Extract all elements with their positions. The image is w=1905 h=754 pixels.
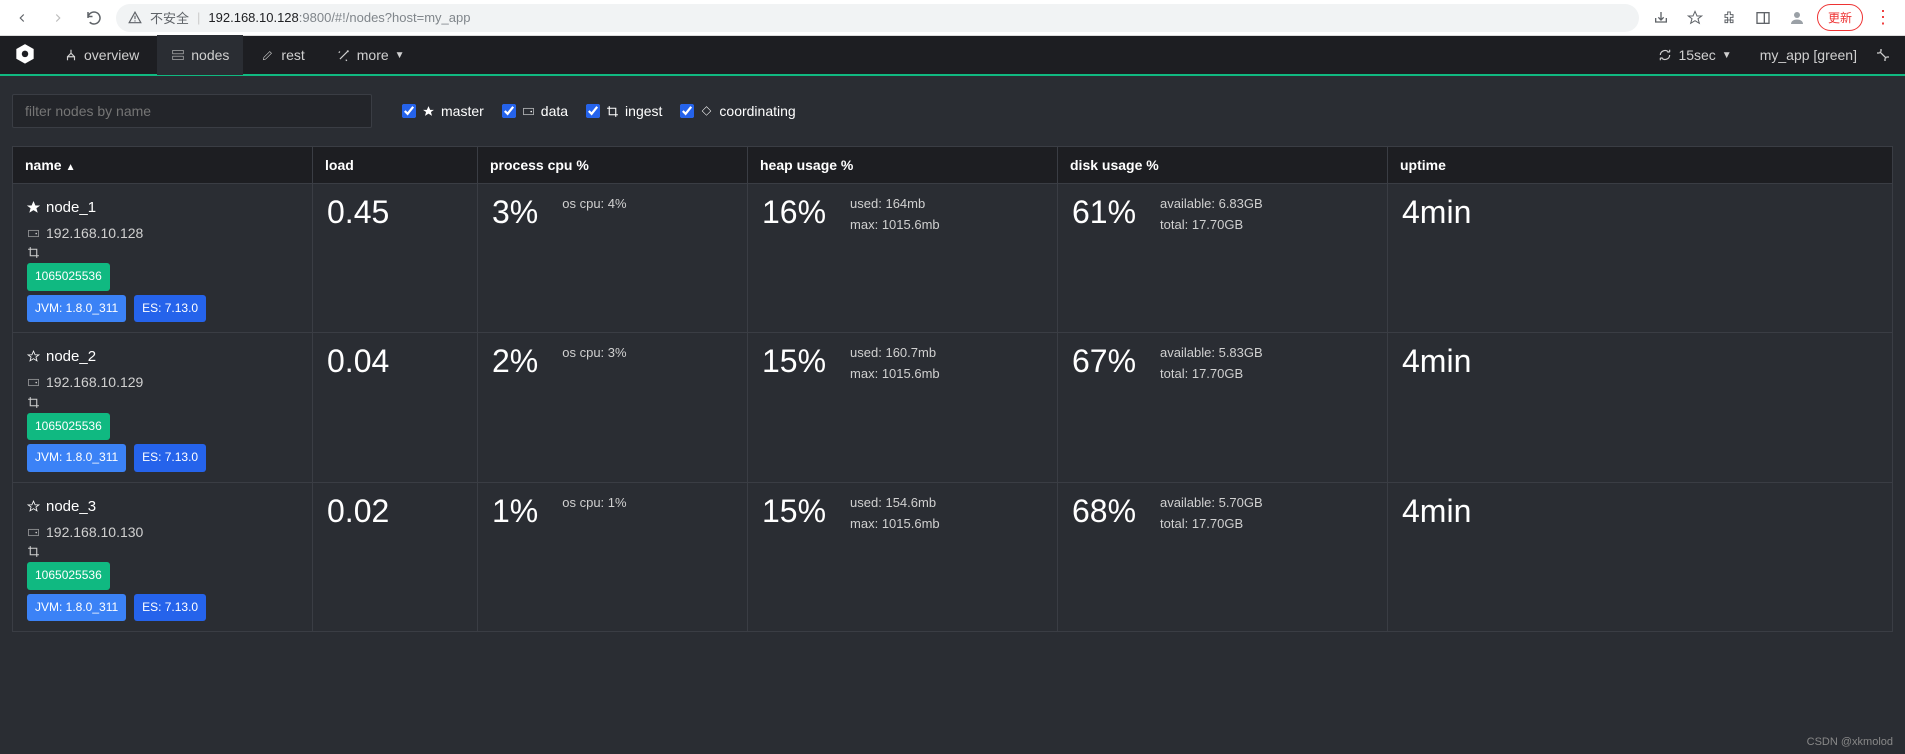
star-filled-icon [422, 105, 435, 118]
diamond-icon [700, 105, 713, 118]
caret-down-icon: ▼ [395, 50, 405, 61]
star-icon [27, 201, 40, 214]
caret-down-icon: ▼ [1722, 50, 1732, 61]
node-ip: 192.168.10.129 [27, 370, 298, 395]
warning-icon [128, 11, 142, 25]
star-icon [27, 500, 40, 513]
cell-name: node_3 192.168.10.130 1065025536 JVM: 1.… [13, 482, 313, 631]
check-data[interactable]: data [502, 103, 568, 119]
col-uptime[interactable]: uptime [1388, 147, 1893, 184]
cell-heap: 16% used: 164mbmax: 1015.6mb [748, 184, 1058, 333]
check-ingest[interactable]: ingest [586, 103, 662, 119]
extensions-icon[interactable] [1715, 4, 1743, 32]
refresh-icon [1658, 48, 1672, 62]
cell-heap: 15% used: 154.6mbmax: 1015.6mb [748, 482, 1058, 631]
filter-bar: master data ingest coordinating [0, 76, 1905, 146]
share-icon[interactable] [1647, 4, 1675, 32]
cell-name: node_2 192.168.10.129 1065025536 JVM: 1.… [13, 333, 313, 482]
back-button[interactable] [8, 4, 36, 32]
table-row: node_2 192.168.10.129 1065025536 JVM: 1.… [13, 333, 1893, 482]
node-ip: 192.168.10.130 [27, 520, 298, 545]
node-name[interactable]: node_2 [27, 343, 298, 370]
cell-uptime: 4min [1388, 482, 1893, 631]
magic-icon [337, 48, 351, 62]
nodes-table: name▲ load process cpu % heap usage % di… [12, 146, 1893, 632]
crop-icon [606, 105, 619, 118]
connect-icon[interactable] [1875, 47, 1893, 63]
node-id-badge: 1065025536 [27, 263, 110, 291]
nav-nodes[interactable]: nodes [157, 35, 243, 75]
cell-load: 0.02 [313, 482, 478, 631]
cell-name: node_1 192.168.10.128 1065025536 JVM: 1.… [13, 184, 313, 333]
check-master[interactable]: master [402, 103, 484, 119]
panel-icon[interactable] [1749, 4, 1777, 32]
watermark: CSDN @xkmolod [1807, 736, 1893, 748]
disk-icon [522, 105, 535, 118]
cell-uptime: 4min [1388, 184, 1893, 333]
cell-cpu: 3% os cpu: 4% [478, 184, 748, 333]
jvm-badge: JVM: 1.8.0_311 [27, 444, 126, 472]
node-id-badge: 1065025536 [27, 413, 110, 441]
app-logo-icon[interactable] [12, 42, 38, 68]
cell-disk: 67% available: 5.83GBtotal: 17.70GB [1058, 333, 1388, 482]
crop-icon [27, 246, 40, 259]
profile-icon[interactable] [1783, 4, 1811, 32]
update-button[interactable]: 更新 [1817, 4, 1863, 31]
menu-icon[interactable]: ⋮ [1869, 4, 1897, 32]
col-heap[interactable]: heap usage % [748, 147, 1058, 184]
filter-input[interactable] [12, 94, 372, 128]
node-id-badge: 1065025536 [27, 562, 110, 590]
disk-icon [27, 376, 40, 389]
col-name[interactable]: name▲ [13, 147, 313, 184]
disk-icon [27, 526, 40, 539]
col-load[interactable]: load [313, 147, 478, 184]
node-ip: 192.168.10.128 [27, 221, 298, 246]
star-icon [27, 350, 40, 363]
forward-button[interactable] [44, 4, 72, 32]
cell-load: 0.04 [313, 333, 478, 482]
table-row: node_1 192.168.10.128 1065025536 JVM: 1.… [13, 184, 1893, 333]
nav-more[interactable]: more ▼ [323, 35, 419, 75]
cell-disk: 68% available: 5.70GBtotal: 17.70GB [1058, 482, 1388, 631]
nav-rest[interactable]: rest [247, 35, 318, 75]
cell-uptime: 4min [1388, 333, 1893, 482]
browser-toolbar: 不安全 | 192.168.10.128:9800/#!/nodes?host=… [0, 0, 1905, 36]
node-ingest-icon [27, 396, 298, 409]
edit-icon [261, 48, 275, 62]
crop-icon [27, 396, 40, 409]
col-cpu[interactable]: process cpu % [478, 147, 748, 184]
cell-cpu: 2% os cpu: 3% [478, 333, 748, 482]
node-name[interactable]: node_3 [27, 493, 298, 520]
es-badge: ES: 7.13.0 [134, 444, 206, 472]
node-ingest-icon [27, 545, 298, 558]
node-name[interactable]: node_1 [27, 194, 298, 221]
top-nav: overview nodes rest more ▼ 15sec ▼ my_ap… [0, 36, 1905, 76]
cell-load: 0.45 [313, 184, 478, 333]
insecure-label: 不安全 [150, 8, 189, 27]
server-icon [171, 48, 185, 62]
jvm-badge: JVM: 1.8.0_311 [27, 295, 126, 323]
jvm-badge: JVM: 1.8.0_311 [27, 594, 126, 622]
node-ingest-icon [27, 246, 298, 259]
cell-cpu: 1% os cpu: 1% [478, 482, 748, 631]
disk-icon [27, 227, 40, 240]
cell-heap: 15% used: 160.7mbmax: 1015.6mb [748, 333, 1058, 482]
sort-asc-icon: ▲ [66, 162, 76, 173]
address-bar[interactable]: 不安全 | 192.168.10.128:9800/#!/nodes?host=… [116, 4, 1639, 32]
refresh-interval[interactable]: 15sec ▼ [1648, 47, 1741, 63]
col-disk[interactable]: disk usage % [1058, 147, 1388, 184]
table-row: node_3 192.168.10.130 1065025536 JVM: 1.… [13, 482, 1893, 631]
check-coordinating[interactable]: coordinating [680, 103, 795, 119]
star-icon[interactable] [1681, 4, 1709, 32]
crop-icon [27, 545, 40, 558]
es-badge: ES: 7.13.0 [134, 594, 206, 622]
cell-disk: 61% available: 6.83GBtotal: 17.70GB [1058, 184, 1388, 333]
reload-button[interactable] [80, 4, 108, 32]
es-badge: ES: 7.13.0 [134, 295, 206, 323]
cluster-status[interactable]: my_app [green] [1746, 47, 1871, 63]
nav-overview[interactable]: overview [50, 35, 153, 75]
sitemap-icon [64, 48, 78, 62]
